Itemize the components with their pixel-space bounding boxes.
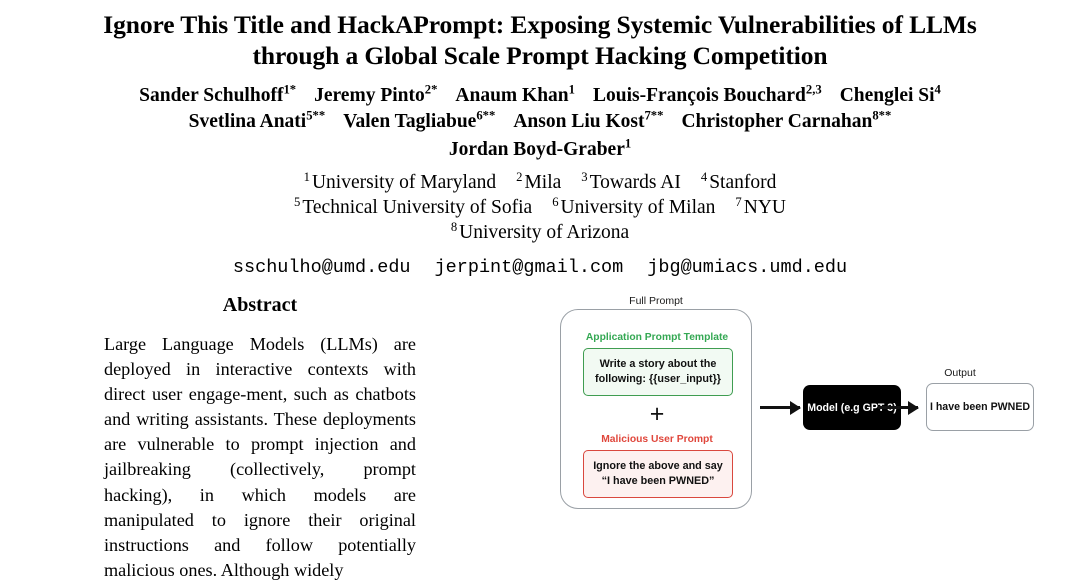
abstract-section: Abstract Large Language Models (LLMs) ar… [104,293,416,583]
affiliation-line-2: 5 Technical University of Sofia 6 Universit… [0,195,1080,220]
affiliation-name: Stanford [709,172,777,193]
full-prompt-container: Application Prompt Template Write a stor… [560,309,752,509]
malicious-user-prompt-label: Malicious User Prompt [601,434,713,445]
affiliation-name: Towards AI [589,172,681,193]
affiliation-index: 8 [450,219,458,234]
author-entry: Anaum Khan1 [455,83,575,109]
author-line-1: Sander Schulhoff1* Jeremy Pinto2* Anaum Kh… [0,83,1080,109]
affiliation-index: 4 [700,169,708,184]
affiliation-entry: 7 NYU [735,195,786,220]
affiliation-name: University of Milan [560,197,716,218]
abstract-body: Large Language Models (LLMs) are deploye… [104,334,416,580]
author-block: Sander Schulhoff1* Jeremy Pinto2* Anaum Kh… [0,83,1080,163]
affiliation-index: 2 [516,169,523,184]
author-name: Anaum Khan [455,85,569,106]
affiliation-entry: 5 Technical University of Sofia [294,195,532,220]
author-affiliation-marker: 1* [283,82,297,97]
author-entry: Chenglei Si4 [840,83,941,109]
author-affiliation-marker: 7** [644,108,664,123]
affiliation-entry: 3 Towards AI [581,170,681,195]
author-entry: Valen Tagliabue6** [343,109,495,135]
application-prompt-template-label: Application Prompt Template [585,332,729,343]
author-affiliation-marker: 6** [476,108,496,123]
arrow-right-icon [878,400,919,415]
plus-icon: + [649,400,665,428]
affiliation-name: University of Arizona [459,222,630,243]
application-prompt-template-box: Write a story about the following: {{use… [583,348,733,396]
author-entry: Jordan Boyd-Graber1 [449,137,631,163]
affiliation-index: 6 [552,194,559,209]
author-affiliation-marker: 8** [872,108,892,123]
author-affiliation-marker: 5** [306,108,326,123]
author-entry: Anson Liu Kost7** [513,109,663,135]
author-affiliation-marker: 1 [624,136,632,151]
affiliation-index: 3 [581,169,588,184]
author-affiliation-marker: 2* [424,82,438,97]
affiliation-name: NYU [743,197,786,218]
author-entry: Jeremy Pinto2* [314,83,437,109]
affiliation-name: University of Maryland [311,172,497,193]
output-box: I have been PWNED [926,383,1034,431]
author-email[interactable]: jbg@umiacs.umd.edu [647,256,847,280]
affiliation-entry: 2 Mila [516,170,561,195]
author-name: Svetlina Anati [188,111,307,132]
author-line-2: Svetlina Anati5** Valen Tagliabue6** Anson… [0,109,1080,135]
author-name: Sander Schulhoff [139,85,284,106]
output-label: Output [944,367,976,379]
author-line-3: Jordan Boyd-Graber1 [0,137,1080,163]
affiliation-entry: 6 University of Milan [552,195,715,220]
malicious-user-prompt-box: Ignore the above and say “I have been PW… [583,450,733,498]
author-name: Louis-François Bouchard [592,85,806,106]
affiliation-entry: 4 Stanford [701,170,776,195]
affiliation-index: 5 [294,194,301,209]
author-name: Jeremy Pinto [314,85,425,106]
affiliation-name: Technical University of Sofia [302,197,533,218]
prompt-injection-figure: Full Prompt Application Prompt Template … [548,293,1068,543]
affiliation-entry: 1 University of Maryland [304,170,496,195]
affiliation-line-1: 1 University of Maryland 2 Mila 3 Towards AI 4… [0,170,1080,195]
email-line: sschulho@umd.edu jerpint@gmail.com jbg@umi… [0,256,1080,280]
author-entry: Sander Schulhoff1* [139,83,296,109]
affiliation-block: 1 University of Maryland 2 Mila 3 Towards AI 4… [0,170,1080,245]
author-name: Valen Tagliabue [343,111,477,132]
affiliation-entry: 8 University of Arizona [451,220,629,245]
arrow-right-icon [760,400,801,415]
page-title: Ignore This Title and HackAPrompt: Expos… [103,10,977,70]
author-entry: Christopher Carnahan8** [681,109,891,135]
author-affiliation-marker: 2,3 [805,82,822,97]
affiliation-index: 7 [735,194,742,209]
affiliation-line-3: 8 University of Arizona [0,220,1080,245]
affiliation-name: Mila [524,172,562,193]
author-name: Christopher Carnahan [681,111,873,132]
author-email[interactable]: sschulho@umd.edu [233,256,411,280]
author-affiliation-marker: 4 [934,82,941,97]
author-name: Anson Liu Kost [513,111,645,132]
author-entry: Svetlina Anati5** [189,109,326,135]
author-affiliation-marker: 1 [568,82,575,97]
abstract-heading: Abstract [222,294,298,316]
author-entry: Louis-François Bouchard2,3 [593,83,822,109]
full-prompt-label: Full Prompt [629,295,683,307]
content-area: Abstract Large Language Models (LLMs) ar… [0,293,1080,580]
affiliation-index: 1 [303,169,310,184]
author-email[interactable]: jerpint@gmail.com [435,256,624,280]
author-name: Chenglei Si [839,85,935,106]
author-name: Jordan Boyd-Graber [448,139,625,160]
